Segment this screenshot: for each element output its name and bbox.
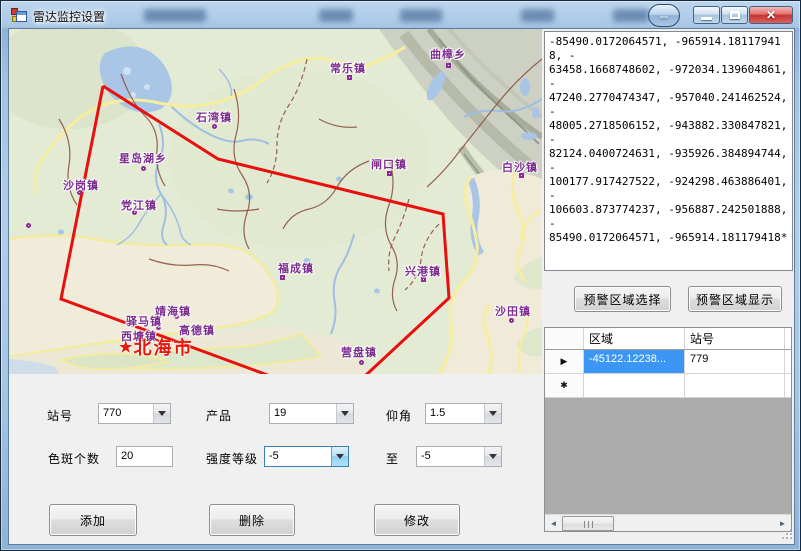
grid-corner-cell [545,328,584,349]
titlebar[interactable]: 雷达监控设置 ⇔ ✕ [1,1,800,29]
scroll-left-button[interactable]: ◄ [545,515,562,532]
warning-area-select-button[interactable]: 预警区域选择 [574,286,671,312]
close-button[interactable]: ✕ [749,6,793,24]
city-star-icon: ★ [119,338,132,356]
swap-window-button[interactable]: ⇔ [648,4,680,27]
station-combo[interactable]: 770 [98,403,171,424]
redacted-blur [144,9,206,22]
station-value: 770 [99,404,153,423]
intensity-value: -5 [265,447,331,466]
warning-area-display-button[interactable]: 预警区域显示 [688,286,782,312]
scrollbar-thumb[interactable] [562,516,614,531]
scroll-left-icon: ◄ [550,519,558,528]
scroll-right-icon: ► [779,519,787,528]
minimize-button[interactable] [693,6,720,24]
delete-button[interactable]: 删除 [209,504,295,536]
client-area: 石湾镇 星岛湖乡 沙岗镇 党江镇 常乐镇 曲樟乡 闸口镇 白沙镇 福成镇 兴港镇… [9,29,794,544]
grid-row[interactable]: ▶ -45122.12238... 779 [545,350,791,374]
elevation-label: 仰角 [386,407,412,424]
chevron-down-icon[interactable] [336,404,353,423]
chevron-down-icon[interactable] [484,447,501,466]
map-label-town: 党江镇 [121,197,157,213]
resize-grip[interactable] [781,528,793,540]
city-name: 北海市 [133,334,193,360]
map-label-town: 驿马镇 [126,313,162,329]
intensity-combo[interactable]: -5 [264,446,349,467]
product-value: 19 [270,404,336,423]
map-label-town: 沙岗镇 [63,177,99,193]
grid-header-station[interactable]: 站号 [685,328,785,349]
grid-header-area[interactable]: 区域 [584,328,685,349]
town-marker [141,166,146,171]
redacted-blur [521,9,554,22]
town-marker [359,360,364,365]
app-window: 雷达监控设置 ⇔ ✕ [0,0,801,551]
map-label-town: 兴港镇 [405,263,441,279]
grid-horizontal-scrollbar[interactable]: ◄ ► [545,514,791,531]
to-combo[interactable]: -5 [416,446,502,467]
map-label-town: 闸口镇 [371,156,407,172]
close-icon: ✕ [766,8,776,22]
map-label-city: ★ 北海市 [119,334,193,360]
chevron-down-icon[interactable] [484,404,501,423]
row-new-icon: ✱ [560,380,568,391]
map-label-town: 石湾镇 [196,109,232,125]
product-label: 产品 [206,407,232,424]
chevron-down-icon[interactable] [153,404,170,423]
row-current-icon: ▶ [561,356,568,367]
window-title: 雷达监控设置 [33,8,105,25]
town-marker [26,223,31,228]
add-button[interactable]: 添加 [49,504,137,536]
spots-label: 色斑个数 [48,450,100,467]
map-label-town: 常乐镇 [330,60,366,76]
row-new-indicator: ✱ [545,374,584,397]
grid-new-row[interactable]: ✱ [545,374,791,398]
minimize-icon [701,17,712,20]
map-label-town: 星岛湖乡 [119,150,167,166]
maximize-button[interactable] [721,6,748,24]
redacted-blur [400,9,442,22]
coordinates-textbox[interactable]: -85490.0172064571, -965914.181179418, - … [544,31,793,271]
intensity-label: 强度等级 [206,450,258,467]
elevation-combo[interactable]: 1.5 [425,403,502,424]
map-terrain [9,29,542,374]
product-combo[interactable]: 19 [269,403,354,424]
maximize-icon [730,11,740,19]
station-label: 站号 [47,407,73,424]
modify-button[interactable]: 修改 [374,504,460,536]
elevation-value: 1.5 [426,404,484,423]
chevron-down-icon[interactable] [331,447,348,466]
map-label-town: 曲樟乡 [430,46,466,62]
grid-cell-station[interactable]: 779 [685,350,785,373]
map-label-town: 沙田镇 [495,303,531,319]
redacted-blur [613,9,649,22]
spots-input[interactable]: 20 [116,446,173,467]
swap-icon: ⇔ [658,8,671,23]
to-value: -5 [417,447,484,466]
map-canvas[interactable]: 石湾镇 星岛湖乡 沙岗镇 党江镇 常乐镇 曲樟乡 闸口镇 白沙镇 福成镇 兴港镇… [9,29,542,374]
redacted-blur [319,9,353,22]
map-label-town: 白沙镇 [502,159,538,175]
town-marker [446,63,451,68]
app-icon [11,8,27,24]
grid-cell-area[interactable]: -45122.12238... [584,350,685,373]
map-label-town: 营盘镇 [341,344,377,360]
row-current-indicator: ▶ [545,350,584,373]
map-label-town: 福成镇 [278,260,314,276]
area-data-grid[interactable]: 区域 站号 ▶ -45122.12238... 779 ✱ ◄ ► [544,327,792,532]
grid-header-row: 区域 站号 [545,328,791,350]
to-label: 至 [386,450,399,467]
